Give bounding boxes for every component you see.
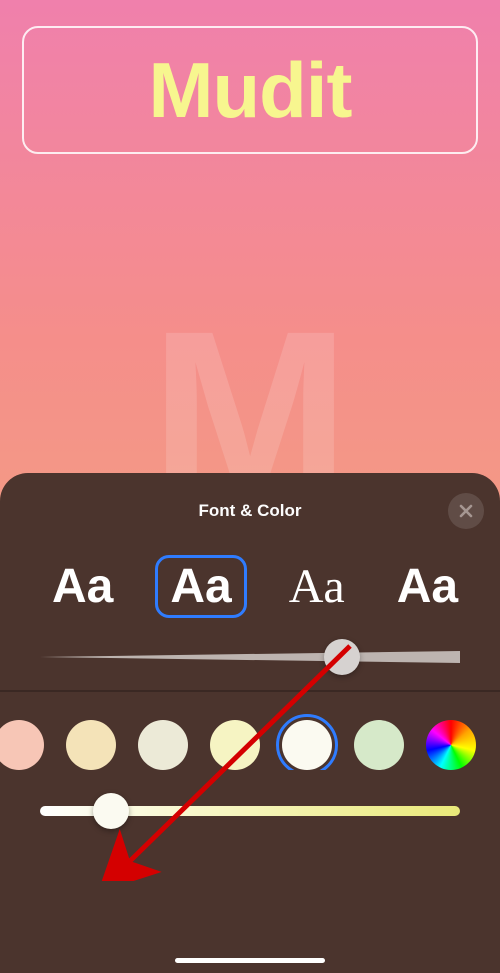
- color-picker-rainbow[interactable]: [426, 720, 476, 770]
- home-indicator[interactable]: [175, 958, 325, 963]
- color-swatch-row: [0, 692, 500, 770]
- weight-slider[interactable]: [0, 618, 500, 690]
- font-options-row: Aa Aa Aa Aa: [0, 531, 500, 618]
- font-sample: Aa: [170, 559, 231, 614]
- font-color-panel: Font & Color Aa Aa Aa Aa: [0, 473, 500, 973]
- tint-slider-thumb[interactable]: [93, 793, 129, 829]
- font-option-4[interactable]: Aa: [387, 555, 468, 618]
- color-swatch-3[interactable]: [138, 720, 188, 770]
- close-button[interactable]: [448, 493, 484, 529]
- color-swatch-1[interactable]: [0, 720, 44, 770]
- close-icon: [458, 503, 474, 519]
- panel-header: Font & Color: [0, 491, 500, 531]
- color-swatch-2[interactable]: [66, 720, 116, 770]
- panel-title: Font & Color: [199, 501, 302, 521]
- font-option-1[interactable]: Aa: [42, 555, 123, 618]
- font-option-2[interactable]: Aa: [155, 555, 246, 618]
- color-swatch-6[interactable]: [354, 720, 404, 770]
- tint-slider[interactable]: [0, 770, 500, 816]
- font-sample: Aa: [289, 559, 345, 614]
- weight-slider-thumb[interactable]: [324, 639, 360, 675]
- font-sample: Aa: [397, 559, 458, 614]
- font-sample: Aa: [52, 559, 113, 614]
- display-name-box: Mudit: [22, 26, 478, 154]
- color-swatch-5[interactable]: [282, 720, 332, 770]
- slider-track-shape: [40, 651, 460, 663]
- font-option-3[interactable]: Aa: [279, 555, 355, 618]
- tint-track: [40, 806, 460, 816]
- display-name-text: Mudit: [149, 45, 352, 136]
- color-swatch-4[interactable]: [210, 720, 260, 770]
